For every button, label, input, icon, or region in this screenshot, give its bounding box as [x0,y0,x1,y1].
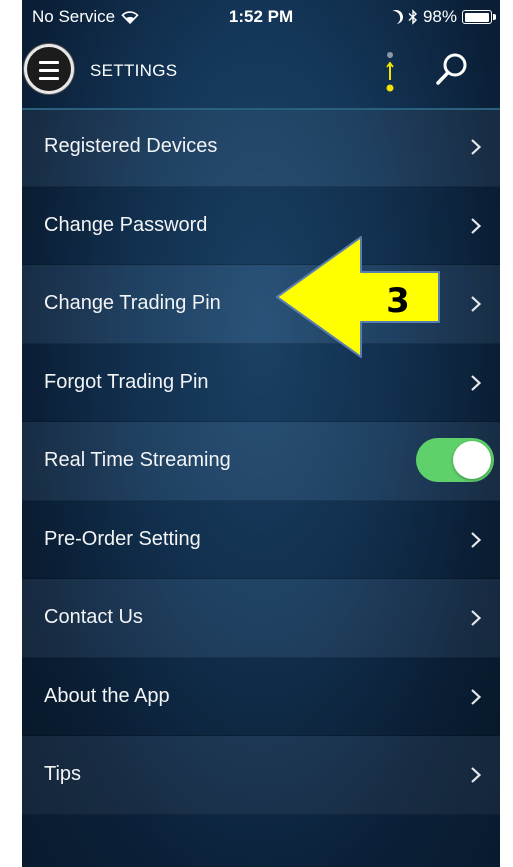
settings-item-label: Contact Us [44,606,143,629]
streaming-toggle[interactable] [416,438,494,482]
settings-item-label: Pre-Order Setting [44,527,201,550]
chevron-right-icon [471,374,482,391]
chevron-right-icon [471,531,482,548]
settings-item-label: Change Trading Pin [44,292,221,315]
status-bar: No Service 1:52 PM 98% [22,0,500,32]
chevron-right-icon [471,296,482,312]
battery-percent: 98% [422,7,457,26]
settings-item-label: Real Time Streaming [44,449,231,472]
chevron-right-icon [471,217,482,234]
phone-screen: No Service 1:52 PM 98% SETTINGS Register… [22,0,500,867]
annotation-step-number: 3 [386,281,410,321]
settings-item-tips[interactable]: Tips [22,736,500,815]
settings-item-label: Change Password [44,213,208,236]
settings-item-contact-us[interactable]: Contact Us [22,579,500,658]
search-icon[interactable] [432,50,472,90]
page-title: SETTINGS [90,61,178,80]
battery-icon [462,10,496,24]
settings-item-registered-devices[interactable]: Registered Devices [22,108,500,187]
chevron-right-icon [471,767,482,783]
settings-item-label: Tips [44,763,82,786]
settings-list: Registered Devices Change Password Chang… [22,108,500,815]
info-icon[interactable] [382,50,398,94]
menu-button[interactable] [24,44,74,94]
settings-item-label: Registered Devices [44,135,218,158]
settings-item-pre-order-setting[interactable]: Pre-Order Setting [22,500,500,579]
settings-item-about-the-app[interactable]: About the App [22,657,500,736]
app-header: SETTINGS [22,32,500,110]
settings-item-real-time-streaming: Real Time Streaming [22,422,500,501]
chevron-right-icon [471,610,482,626]
settings-item-label: About the App [44,684,170,707]
bluetooth-icon [408,9,417,25]
menu-icon [39,61,59,85]
chevron-right-icon [471,688,482,705]
status-right: 98% [387,7,496,27]
toggle-knob [453,441,491,479]
moon-icon [387,8,405,26]
chevron-right-icon [471,139,482,155]
settings-item-label: Forgot Trading Pin [44,370,209,393]
